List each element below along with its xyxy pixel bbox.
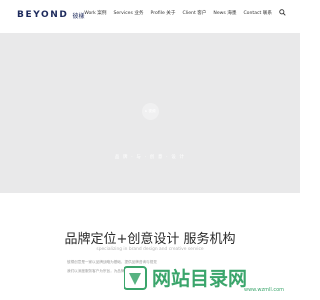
watermark-glyph-mark — [129, 273, 141, 285]
play-label: ▸ 视频 — [145, 109, 156, 113]
logo-text: BEYOND — [17, 10, 69, 20]
logo[interactable]: BEYOND 彼樣 — [17, 10, 84, 20]
nav-profile[interactable]: Profile 关于 — [151, 10, 176, 16]
section-title: 品牌定位+创意设计 服务机构 — [64, 232, 236, 247]
nav-services[interactable]: Services 业务 — [113, 10, 143, 16]
section-subtitle: specializing in brand design and creativ… — [96, 247, 204, 252]
logo-chinese-text: 彼樣 — [72, 12, 85, 20]
watermark-text: 网站目录网 — [152, 267, 247, 290]
hero-caption: 品 牌 · 与 · 创 意 · 设 计 — [114, 155, 186, 160]
nav-work[interactable]: Work 案例 — [84, 10, 106, 16]
watermark-url: www.wzmll.com — [244, 287, 284, 293]
hero-banner: ▸ 视频 品 牌 · 与 · 创 意 · 设 计 — [0, 33, 300, 193]
nav-contact[interactable]: Contact 联系 — [243, 10, 272, 16]
play-video-button[interactable]: ▸ 视频 — [142, 103, 159, 120]
top-navigation-bar: BEYOND 彼樣 Work 案例 Services 业务 Profile 关于… — [0, 0, 300, 33]
nav-client[interactable]: Client 客户 — [182, 10, 206, 16]
main-nav: Work 案例 Services 业务 Profile 关于 Client 客户… — [84, 9, 286, 16]
search-icon[interactable] — [279, 9, 286, 16]
nav-news[interactable]: News 海墨 — [213, 10, 236, 16]
watermark-logo: 网站目录网 www.wzmll.com — [124, 266, 284, 293]
